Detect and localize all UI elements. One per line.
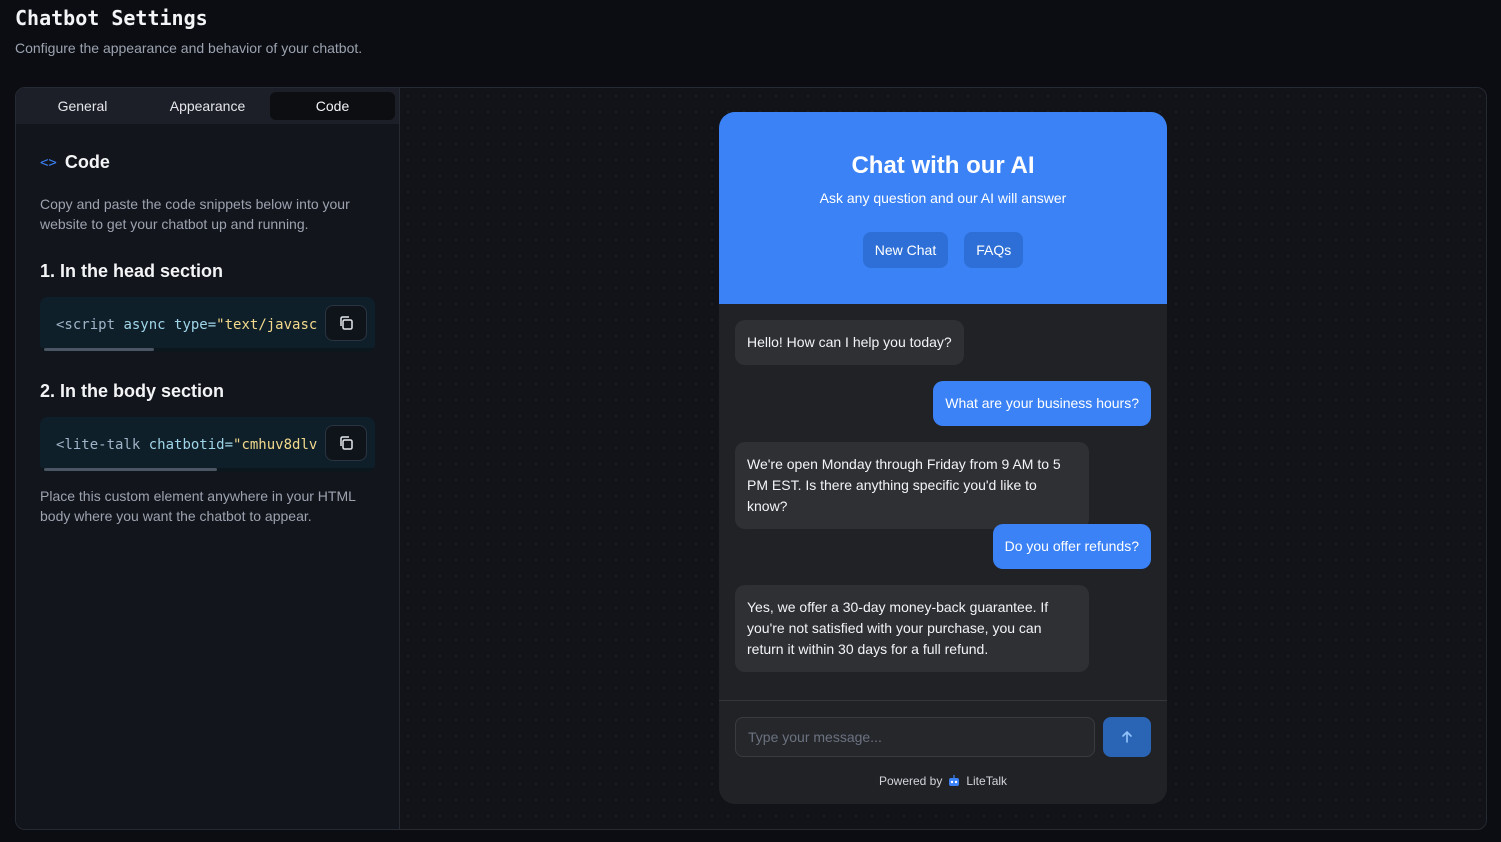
- code-description: Copy and paste the code snippets below i…: [40, 196, 350, 232]
- page-subtitle: Configure the appearance and behavior of…: [15, 40, 363, 56]
- user-message: Do you offer refunds?: [992, 524, 1151, 569]
- powered-by: Powered by LiteTalk: [719, 774, 1167, 788]
- copy-body-code-button[interactable]: [325, 425, 367, 461]
- send-button[interactable]: [1103, 717, 1151, 757]
- step-1-title: 1. In the head section: [40, 261, 224, 281]
- robot-logo-icon: [949, 775, 960, 786]
- chatbot-widget: Chat with our AI Ask any question and ou…: [719, 112, 1167, 804]
- user-message: What are your business hours?: [933, 381, 1151, 426]
- code-icon: <>: [40, 154, 57, 171]
- tab-code[interactable]: Code: [270, 92, 395, 120]
- horizontal-scrollbar[interactable]: [40, 468, 375, 472]
- bot-message: Yes, we offer a 30-day money-back guaran…: [735, 585, 1089, 672]
- settings-sidebar: General Appearance Code <> Code Copy and…: [16, 88, 400, 829]
- body-code-snippet[interactable]: <lite-talk chatbotid="cmhuv8dlv: [40, 417, 375, 472]
- powered-by-label: Powered by: [878, 774, 943, 788]
- body-code-text: <lite-talk chatbotid="cmhuv8dlv: [56, 437, 318, 453]
- body-code-note: Place this custom element anywhere in yo…: [40, 488, 356, 524]
- arrow-up-icon: [1122, 730, 1132, 743]
- message-input[interactable]: [735, 717, 1095, 757]
- code-section-header: <> Code: [40, 152, 110, 173]
- horizontal-scrollbar[interactable]: [40, 348, 375, 352]
- brand-name[interactable]: LiteTalk: [966, 774, 1007, 788]
- page-title: Chatbot Settings: [15, 6, 208, 30]
- step-2-title: 2. In the body section: [40, 381, 225, 401]
- tab-general[interactable]: General: [20, 92, 145, 120]
- chat-header-buttons: New Chat FAQs: [719, 232, 1167, 268]
- faqs-button[interactable]: FAQs: [964, 232, 1024, 268]
- settings-panel: General Appearance Code <> Code Copy and…: [15, 87, 1487, 830]
- head-code-text: <script async type="text/javasc: [56, 317, 318, 333]
- chat-subtitle: Ask any question and our AI will answer: [819, 190, 1067, 206]
- copy-icon: [340, 436, 353, 450]
- bot-message: Hello! How can I help you today?: [735, 320, 964, 365]
- chatbot-preview-area: Chat with our AI Ask any question and ou…: [400, 88, 1486, 829]
- bot-message: We're open Monday through Friday from 9 …: [735, 442, 1089, 529]
- head-code-snippet[interactable]: <script async type="text/javasc: [40, 297, 375, 352]
- chat-footer: Powered by LiteTalk: [719, 700, 1167, 804]
- scrollbar-thumb[interactable]: [44, 348, 154, 351]
- new-chat-button[interactable]: New Chat: [862, 232, 949, 268]
- tab-appearance[interactable]: Appearance: [145, 92, 270, 120]
- copy-head-code-button[interactable]: [325, 305, 367, 341]
- chat-header: Chat with our AI Ask any question and ou…: [719, 112, 1167, 304]
- chat-title: Chat with our AI: [851, 152, 1035, 179]
- tab-bar: General Appearance Code: [16, 88, 399, 124]
- scrollbar-thumb[interactable]: [44, 468, 217, 471]
- code-section-title: Code: [64, 152, 110, 172]
- copy-icon: [340, 316, 353, 330]
